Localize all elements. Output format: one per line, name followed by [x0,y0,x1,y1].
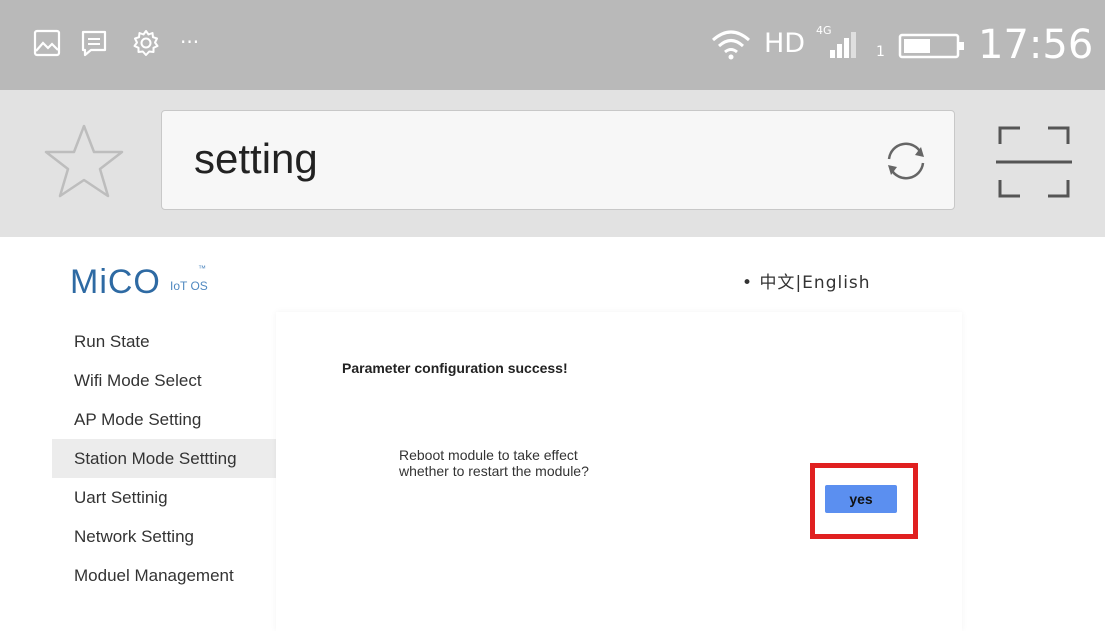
nav-item-wifi-mode-select[interactable]: Wifi Mode Select [52,361,276,400]
battery-icon [898,32,968,65]
logo-text: MiCO [70,263,161,301]
signal-icon [828,30,858,65]
reboot-message: Reboot module to take effect whether to … [399,447,589,479]
star-icon[interactable] [42,120,126,204]
success-message: Parameter configuration success! [342,360,568,376]
sidebar-nav: Run State Wifi Mode Select AP Mode Setti… [52,322,276,595]
nav-item-module-management[interactable]: Moduel Management [52,556,276,595]
sim-number: 1 [876,44,885,60]
language-switcher: • 中文|English [742,268,871,293]
mico-logo: MiCO IoT OS ™ [70,262,230,302]
browser-toolbar: setting [0,90,1105,237]
nav-item-ap-mode-setting[interactable]: AP Mode Setting [52,400,276,439]
settings-icon [131,28,161,63]
status-bar: ··· HD 4G 1 17:56 [0,0,1105,90]
reboot-message-line-2: whether to restart the module? [399,463,589,479]
refresh-icon[interactable] [880,135,932,187]
language-bullet: • [742,273,754,293]
reboot-message-line-1: Reboot module to take effect [399,447,578,463]
language-english-link[interactable]: English [802,273,870,293]
logo-subtext: IoT OS [170,279,208,293]
yes-button[interactable]: yes [825,485,897,513]
nav-item-network-setting[interactable]: Network Setting [52,517,276,556]
image-icon [32,28,62,63]
content-panel: Parameter configuration success! Reboot … [276,312,962,631]
logo-trademark: ™ [198,264,206,273]
address-text[interactable]: setting [194,131,318,187]
scan-icon[interactable] [992,120,1076,204]
language-chinese-link[interactable]: 中文 [759,273,795,293]
nav-item-run-state[interactable]: Run State [52,322,276,361]
address-bar[interactable]: setting [161,110,955,210]
nav-item-uart-setting[interactable]: Uart Settinig [52,478,276,517]
nav-item-station-mode-setting[interactable]: Station Mode Settting [52,439,276,478]
more-indicator: ··· [180,30,200,54]
message-icon [79,28,109,63]
clock: 17:56 [978,22,1094,68]
network-type: HD [764,28,806,59]
wifi-icon [709,26,753,67]
